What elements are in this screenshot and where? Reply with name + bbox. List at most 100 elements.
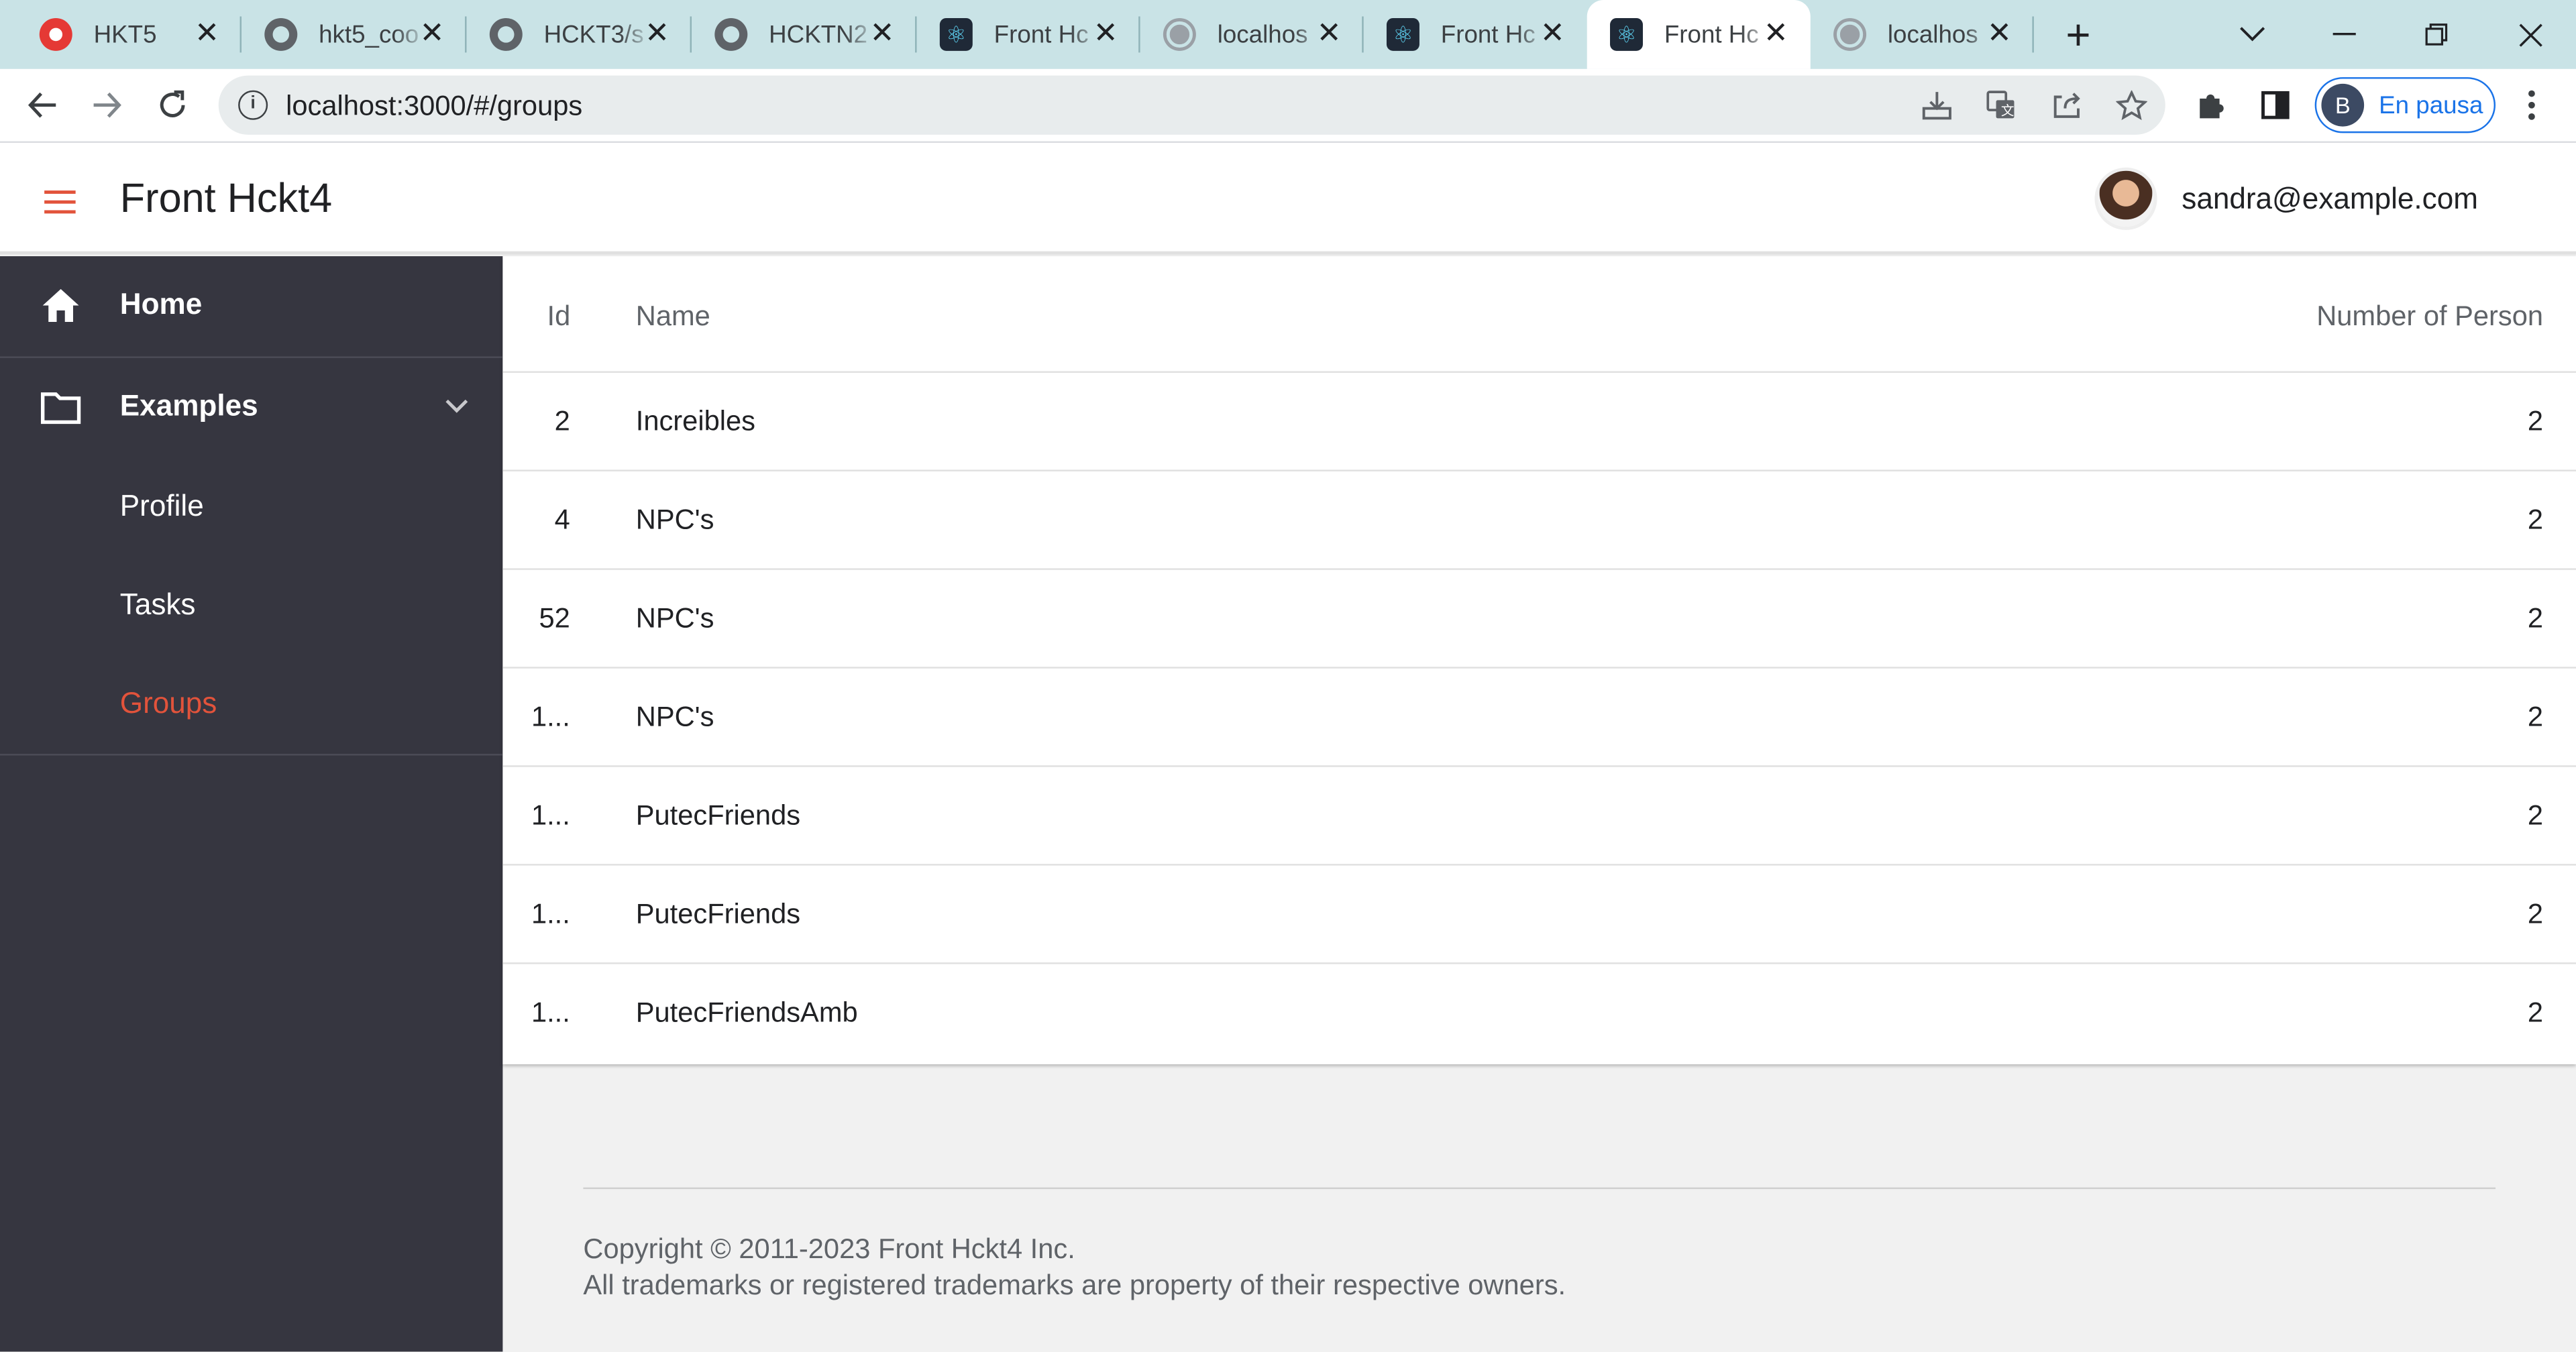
avatar[interactable] xyxy=(2098,170,2154,227)
browser-tab[interactable]: hkt5_coo ✕ xyxy=(241,0,467,69)
close-window-button[interactable] xyxy=(2484,0,2576,69)
tab-search-button[interactable] xyxy=(2206,0,2298,69)
app-title: Front Hckt4 xyxy=(119,176,333,222)
hkt-favicon-icon xyxy=(39,17,72,51)
sidebar-divider xyxy=(0,754,503,756)
user-email[interactable]: sandra@example.com xyxy=(2182,182,2478,217)
chevron-down-icon[interactable] xyxy=(445,394,468,417)
close-icon[interactable]: ✕ xyxy=(1761,18,1790,48)
tab-title: localhos xyxy=(1887,20,1978,49)
more-vert-icon xyxy=(2528,90,2535,120)
column-header-count[interactable]: Number of Person xyxy=(2316,300,2543,333)
column-header-id[interactable]: Id xyxy=(547,300,571,333)
close-icon[interactable]: ✕ xyxy=(417,18,447,48)
tab-title: hkt5_coo xyxy=(319,20,419,49)
cell-id: 2 xyxy=(554,405,570,437)
address-bar[interactable]: i localhost:3000/#/groups 文 xyxy=(218,75,2165,135)
browser-tab[interactable]: ⚛ Front Hc ✕ xyxy=(917,0,1140,69)
side-panel-button[interactable] xyxy=(2249,79,2302,131)
extensions-button[interactable] xyxy=(2185,79,2237,131)
browser-tab[interactable]: HCKT3/s ✕ xyxy=(467,0,692,69)
github-favicon-icon xyxy=(489,17,523,51)
tab-title: Front Hc xyxy=(1440,20,1536,49)
cell-name: NPC's xyxy=(635,504,714,536)
close-icon[interactable]: ✕ xyxy=(1984,18,2014,48)
github-favicon-icon xyxy=(714,17,748,51)
table-row[interactable]: 1... NPC's 2 xyxy=(502,669,2576,767)
restore-icon xyxy=(2425,23,2448,46)
react-favicon-icon: ⚛ xyxy=(1386,17,1419,51)
cell-id: 1... xyxy=(531,898,570,930)
translate-icon[interactable]: 文 xyxy=(1983,87,2019,123)
url-text[interactable]: localhost:3000/#/groups xyxy=(286,91,582,123)
close-icon[interactable]: ✕ xyxy=(1538,18,1567,48)
new-tab-button[interactable]: + xyxy=(2032,0,2124,69)
sidebar-item-tasks[interactable]: Tasks xyxy=(0,557,502,655)
footer-trademarks: All trademarks or registered trademarks … xyxy=(583,1270,1566,1301)
close-icon[interactable]: ✕ xyxy=(1314,18,1344,48)
sidebar-item-home[interactable]: Home xyxy=(0,256,502,355)
browser-tab[interactable]: HKT5 ✕ xyxy=(16,0,242,69)
minimize-button[interactable] xyxy=(2298,0,2390,69)
globe-favicon-icon xyxy=(1833,17,1867,51)
cell-count: 2 xyxy=(2527,997,2544,1029)
folder-icon xyxy=(40,392,81,425)
close-icon[interactable]: ✕ xyxy=(193,18,222,48)
back-button[interactable] xyxy=(16,79,68,131)
table-row[interactable]: 1... PutecFriends 2 xyxy=(502,866,2576,964)
browser-tab[interactable]: ⚛ Front Hc ✕ xyxy=(1364,0,1587,69)
browser-window: HKT5 ✕ hkt5_coo ✕ HCKT3/s ✕ HCKTN2 ✕ ⚛ F… xyxy=(0,0,2576,1352)
close-icon[interactable]: ✕ xyxy=(867,18,897,48)
github-favicon-icon xyxy=(264,17,298,51)
restore-button[interactable] xyxy=(2390,0,2482,69)
share-icon[interactable] xyxy=(2049,87,2085,123)
table-row[interactable]: 1... PutecFriendsAmb 2 xyxy=(502,964,2576,1063)
browser-tab[interactable]: HCKTN2 ✕ xyxy=(692,0,917,69)
column-header-name[interactable]: Name xyxy=(636,300,710,333)
arrow-left-icon xyxy=(28,92,56,118)
star-icon[interactable] xyxy=(2112,87,2149,123)
profile-status: En pausa xyxy=(2379,92,2483,120)
info-icon[interactable]: i xyxy=(238,90,268,120)
cell-name: PutecFriends xyxy=(635,898,801,930)
table-row[interactable]: 1... PutecFriends 2 xyxy=(502,767,2576,866)
browser-menu-button[interactable] xyxy=(2506,79,2558,131)
sidebar-item-examples[interactable]: Examples xyxy=(0,358,502,457)
cell-count: 2 xyxy=(2527,898,2544,930)
minimize-icon xyxy=(2332,32,2356,36)
table-row[interactable]: 4 NPC's 2 xyxy=(502,471,2576,570)
sidebar-item-profile[interactable]: Profile xyxy=(0,458,502,557)
close-icon[interactable]: ✕ xyxy=(1091,18,1120,48)
forward-button[interactable] xyxy=(80,79,133,131)
app-header: Front Hckt4 sandra@example.com xyxy=(0,143,2576,255)
browser-tab[interactable]: localhos ✕ xyxy=(1811,0,2034,69)
browser-tab[interactable]: localhos ✕ xyxy=(1140,0,1364,69)
side-panel-icon xyxy=(2261,91,2290,119)
install-app-icon[interactable] xyxy=(1919,87,1955,123)
sidebar-item-label: Profile xyxy=(119,489,204,522)
profile-avatar: B xyxy=(2321,83,2365,127)
tab-title: HCKT3/s xyxy=(543,20,644,49)
cell-id: 1... xyxy=(531,997,570,1029)
cell-count: 2 xyxy=(2527,799,2544,832)
tab-title: HKT5 xyxy=(93,20,157,49)
table-row[interactable]: 52 NPC's 2 xyxy=(502,570,2576,669)
table-header: Id Name Number of Person xyxy=(502,256,2576,373)
cell-id: 1... xyxy=(531,799,570,832)
table-row[interactable]: 2 Increibles 2 xyxy=(502,373,2576,471)
cell-name: PutecFriends xyxy=(635,799,801,832)
sidebar-item-groups[interactable]: Groups xyxy=(0,655,502,754)
cell-count: 2 xyxy=(2527,405,2544,437)
browser-tab-active[interactable]: ⚛ Front Hc ✕ xyxy=(1587,0,1811,69)
profile-button[interactable]: B En pausa xyxy=(2314,77,2496,133)
tab-title: HCKTN2 xyxy=(769,20,868,49)
cell-id: 1... xyxy=(531,701,570,733)
cell-id: 52 xyxy=(539,602,570,634)
sidebar-item-label: Home xyxy=(119,287,203,321)
close-icon[interactable]: ✕ xyxy=(643,18,672,48)
reload-button[interactable] xyxy=(146,79,199,131)
tab-title: Front Hc xyxy=(994,20,1089,49)
globe-favicon-icon xyxy=(1163,17,1196,51)
menu-icon[interactable] xyxy=(44,190,76,214)
groups-table: Id Name Number of Person 2 Increibles 2 … xyxy=(502,256,2576,1064)
